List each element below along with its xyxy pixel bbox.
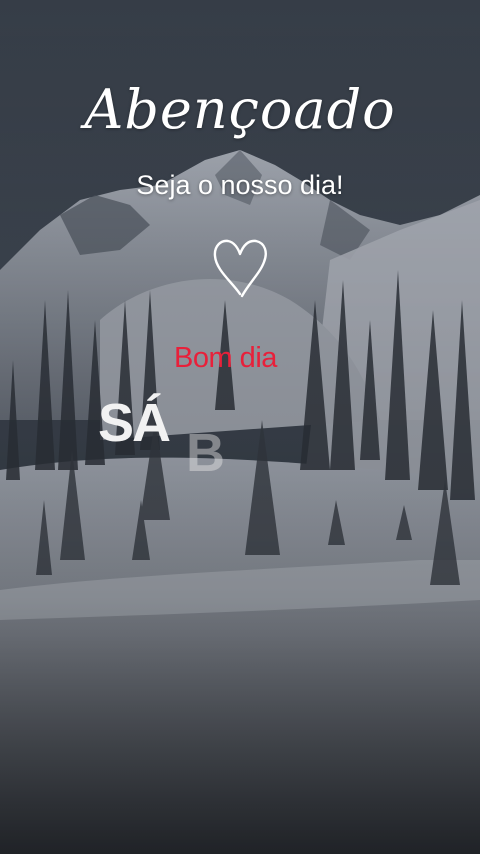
heart-outline-icon	[213, 239, 267, 298]
title-script: Abençoado	[84, 78, 396, 141]
story-screen: Abençoado Seja o nosso dia! Bom dia SÁ B	[0, 0, 480, 854]
greeting-text: Bom dia	[174, 342, 277, 374]
weekday-text: SÁ	[98, 393, 171, 453]
weekday-fading-letter: B	[186, 423, 225, 483]
weekday-animation: SÁ B	[98, 392, 258, 483]
subtitle: Seja o nosso dia!	[136, 170, 344, 200]
